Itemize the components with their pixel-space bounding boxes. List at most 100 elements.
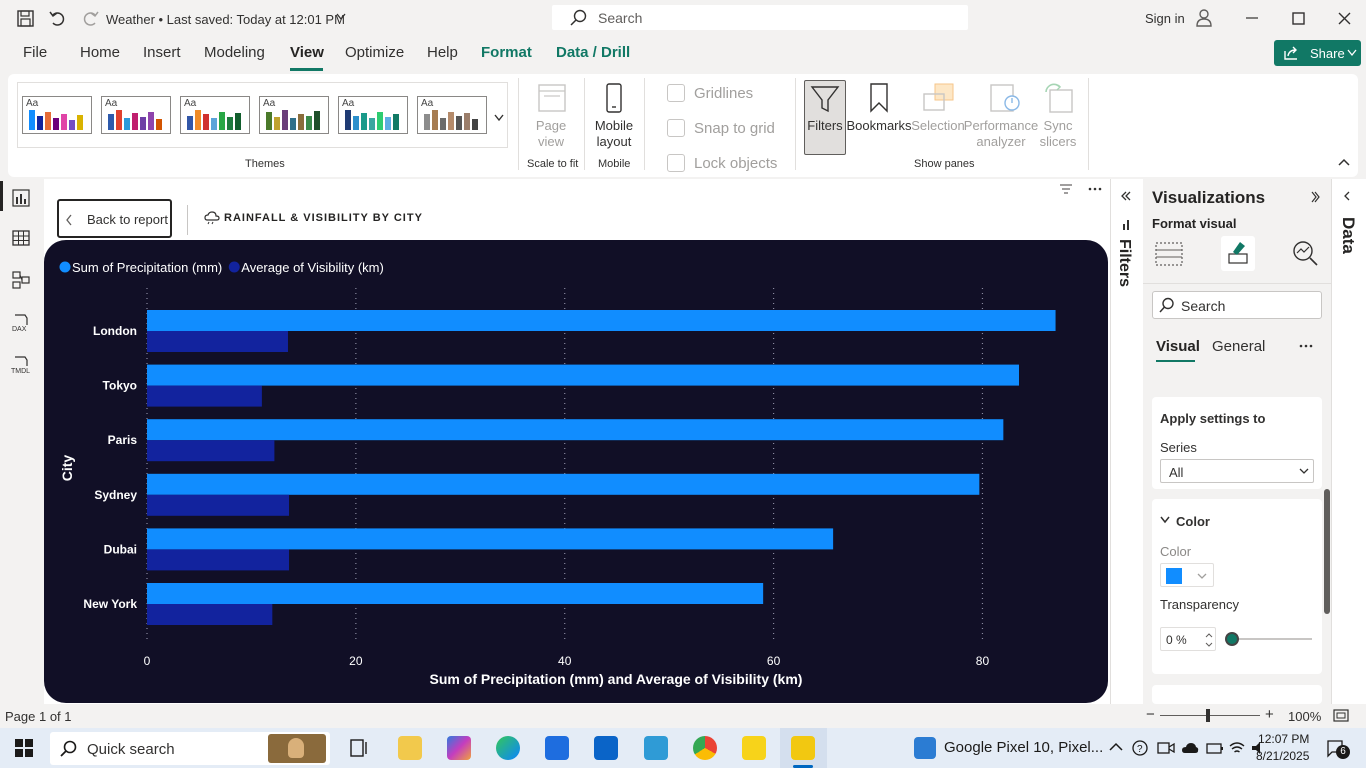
tab-view[interactable]: View (290, 44, 324, 61)
tab-file[interactable]: File (23, 44, 47, 61)
theme-swatch-4[interactable]: Aa (259, 96, 329, 134)
transparency-input[interactable]: 0 % (1160, 627, 1216, 651)
minimize-icon[interactable] (1242, 8, 1262, 28)
phone-link-icon[interactable] (914, 737, 936, 759)
theme-swatch-5[interactable]: Aa (338, 96, 408, 134)
onedrive-icon[interactable] (1181, 740, 1199, 756)
chevron-right-icon[interactable] (1310, 191, 1320, 203)
zoom-in-icon[interactable]: + (1265, 706, 1274, 723)
report-view-icon[interactable] (11, 188, 31, 208)
tab-general[interactable]: General (1212, 338, 1265, 355)
expand-left-icon[interactable] (1121, 191, 1131, 201)
tab-format[interactable]: Format (481, 44, 532, 61)
system-clock[interactable]: 12:07 PM 8/21/2025 (1256, 731, 1309, 765)
data-pane-collapsed[interactable]: Data (1331, 179, 1366, 704)
zoom-slider-thumb[interactable] (1206, 709, 1210, 722)
maximize-icon[interactable] (1288, 8, 1308, 28)
battery-icon[interactable] (1206, 739, 1224, 757)
tab-optimize[interactable]: Optimize (345, 44, 404, 61)
dax-query-view-icon[interactable]: DAX (11, 312, 31, 332)
sync-slicers-icon[interactable] (1042, 82, 1076, 114)
zoom-level[interactable]: 100% (1288, 709, 1321, 724)
k-app-icon[interactable] (644, 736, 668, 760)
document-title[interactable]: Weather • Last saved: Today at 12:01 PM (106, 12, 345, 27)
stepper-icon[interactable] (1205, 631, 1213, 649)
theme-swatch-1[interactable]: Aa (22, 96, 92, 134)
zoom-out-icon[interactable]: − (1146, 706, 1155, 723)
save-icon[interactable] (16, 9, 36, 29)
chevron-down-icon[interactable] (336, 13, 346, 21)
tab-insert[interactable]: Insert (143, 44, 181, 61)
share-button[interactable]: Share (1274, 40, 1361, 66)
power-bi-icon[interactable] (791, 736, 815, 760)
gridlines-checkbox[interactable] (667, 84, 685, 102)
bookmark-icon[interactable] (868, 82, 890, 114)
color-section-header[interactable]: Color (1176, 514, 1210, 529)
format-visual-tab[interactable] (1221, 236, 1255, 271)
tab-visual[interactable]: Visual (1156, 338, 1200, 355)
edge-icon[interactable] (496, 736, 520, 760)
windows-start-icon[interactable] (15, 739, 33, 757)
theme-swatch-2[interactable]: Aa (101, 96, 171, 134)
wifi-icon[interactable] (1228, 739, 1246, 757)
analytics-icon[interactable] (1291, 239, 1319, 267)
page-view-label[interactable]: Page view (528, 118, 574, 150)
snap-to-grid-checkbox[interactable] (667, 119, 685, 137)
copilot-icon[interactable] (447, 736, 471, 760)
table-view-icon[interactable] (11, 228, 31, 248)
mobile-layout-button[interactable]: Mobile layout (591, 118, 637, 150)
close-icon[interactable] (1334, 8, 1354, 28)
build-visual-icon[interactable] (1155, 241, 1183, 267)
filter-icon[interactable] (1059, 183, 1073, 195)
viz-search-input[interactable]: Search (1152, 291, 1322, 319)
theme-swatch-3[interactable]: Aa (180, 96, 250, 134)
title-search-box[interactable]: Search (552, 5, 968, 30)
zoom-slider-track[interactable] (1160, 715, 1260, 716)
outlook-icon[interactable] (594, 736, 618, 760)
more-options-icon[interactable] (1088, 187, 1102, 191)
phone-link-notification[interactable]: Google Pixel 10, Pixel... (944, 739, 1103, 756)
lock-objects-checkbox[interactable] (667, 154, 685, 172)
expand-left-icon[interactable] (1344, 191, 1354, 201)
tab-home[interactable]: Home (80, 44, 120, 61)
help-icon[interactable]: ? (1132, 739, 1148, 757)
sync-slicers-button[interactable]: Sync slicers (1034, 118, 1082, 150)
file-explorer-icon[interactable] (398, 736, 422, 760)
chrome-icon[interactable] (693, 736, 717, 760)
selection-pane-icon[interactable] (921, 82, 955, 114)
bookmarks-button[interactable]: Bookmarks (846, 118, 912, 134)
user-icon[interactable] (1194, 8, 1214, 28)
more-options-icon[interactable] (1299, 344, 1313, 348)
quick-search-box[interactable]: Quick search (50, 732, 330, 765)
undo-icon[interactable] (48, 9, 68, 29)
performance-analyzer-icon[interactable] (988, 82, 1022, 114)
gallery-more-icon[interactable] (494, 114, 504, 122)
mobile-phone-icon[interactable] (604, 82, 624, 114)
fit-to-page-icon[interactable] (1333, 709, 1349, 723)
task-view-icon[interactable] (350, 739, 370, 757)
chevron-up-icon[interactable] (1109, 742, 1123, 752)
color-picker[interactable] (1160, 563, 1214, 587)
tab-help[interactable]: Help (427, 44, 458, 61)
selection-button[interactable]: Selection (911, 118, 965, 134)
filters-pane-collapsed[interactable]: Filters (1110, 179, 1142, 704)
theme-swatch-6[interactable]: Aa (417, 96, 487, 134)
transparency-slider-thumb[interactable] (1225, 632, 1239, 646)
series-dropdown[interactable]: All (1160, 459, 1314, 483)
bar-chart-visual[interactable]: 0 20 40 60 80 London Tokyo Paris Sydney Dubai New … (44, 240, 1108, 703)
collapse-ribbon-icon[interactable] (1338, 158, 1350, 166)
tab-modeling[interactable]: Modeling (204, 44, 265, 61)
microsoft-store-icon[interactable] (545, 736, 569, 760)
sign-in-link[interactable]: Sign in (1145, 11, 1185, 26)
tab-data-drill[interactable]: Data / Drill (556, 44, 630, 61)
redo-icon[interactable] (80, 9, 100, 29)
meet-now-icon[interactable] (1157, 740, 1175, 756)
page-view-icon[interactable] (536, 82, 568, 114)
pane-scrollbar[interactable] (1324, 489, 1330, 614)
performance-analyzer-button[interactable]: Performance analyzer (963, 118, 1039, 150)
tmdl-view-icon[interactable]: TMDL (11, 355, 31, 375)
transparency-slider-track[interactable] (1232, 638, 1312, 640)
chevron-down-icon[interactable] (1160, 516, 1170, 524)
model-view-icon[interactable] (11, 270, 31, 290)
back-to-report-button[interactable]: Back to report (57, 199, 172, 238)
